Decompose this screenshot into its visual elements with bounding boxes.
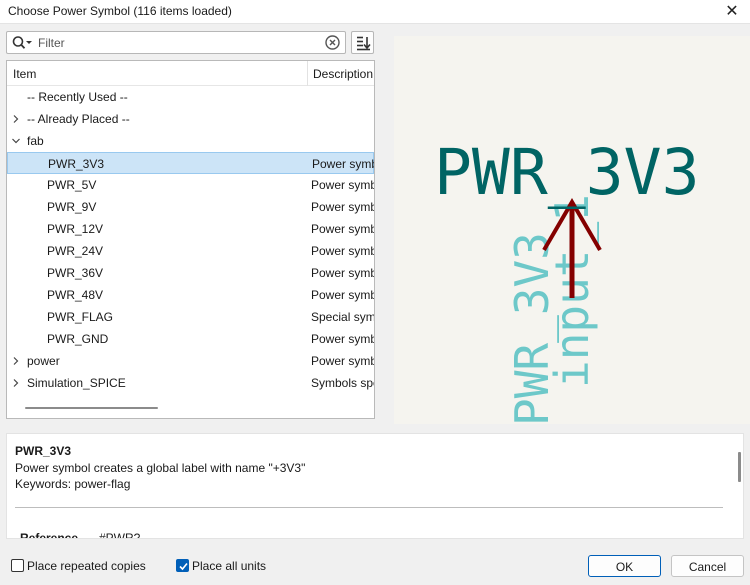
- tree-row[interactable]: PWR_12V Power symb: [7, 218, 374, 240]
- place-all-units-checkbox[interactable]: Place all units: [176, 558, 271, 574]
- details-pane: PWR_3V3 Power symbol creates a global la…: [6, 433, 744, 539]
- tree-row-name: PWR_36V: [47, 266, 104, 280]
- tree-row-name: fab: [27, 134, 44, 148]
- filter-input[interactable]: [36, 33, 321, 52]
- chevron-right-icon[interactable]: [11, 355, 21, 365]
- sort-button[interactable]: [351, 31, 374, 54]
- tree-header: Item Description: [7, 61, 374, 86]
- tree-row[interactable]: -- Recently Used --: [7, 86, 374, 108]
- tree-row-description: Power symb: [311, 266, 374, 280]
- filter-box[interactable]: [6, 31, 346, 54]
- tree-row-description: Power symb: [311, 178, 374, 192]
- ok-button[interactable]: OK: [588, 555, 661, 577]
- symbol-tree[interactable]: Item Description -- Recently Used -- -- A…: [6, 60, 375, 419]
- details-description: Power symbol creates a global label with…: [15, 461, 306, 475]
- tree-row-name: -- Recently Used --: [27, 90, 128, 104]
- details-reference-value: #PWR?: [99, 531, 141, 539]
- tree-row-name: PWR_GND: [47, 332, 109, 346]
- column-separator[interactable]: [307, 61, 308, 86]
- tree-row-name: PWR_24V: [47, 244, 104, 258]
- tree-row-description: Power symb: [311, 332, 374, 346]
- place-repeated-copies-label[interactable]: Place repeated copies: [27, 559, 146, 573]
- tree-row-name: -- Already Placed --: [27, 112, 130, 126]
- column-header-item[interactable]: Item: [13, 67, 36, 81]
- tree-row[interactable]: PWR_48V Power symb: [7, 284, 374, 306]
- tree-row-name: PWR_5V: [47, 178, 97, 192]
- horizontal-scrollbar[interactable]: [25, 407, 158, 409]
- clear-filter-icon[interactable]: [325, 35, 340, 50]
- tree-row-name: PWR_9V: [47, 200, 97, 214]
- details-scrollbar[interactable]: [738, 452, 741, 482]
- tree-row[interactable]: PWR_9V Power symb: [7, 196, 374, 218]
- tree-row-name: PWR_3V3: [48, 157, 105, 171]
- tree-row[interactable]: PWR_FLAG Special sym: [7, 306, 374, 328]
- tree-row-description: Power symb: [312, 157, 375, 171]
- place-all-units-label[interactable]: Place all units: [192, 559, 266, 573]
- tree-row[interactable]: Simulation_SPICE Symbols spe: [7, 372, 374, 394]
- tree-row-description: Power symb: [311, 354, 374, 368]
- chevron-right-icon[interactable]: [11, 113, 21, 123]
- tree-row-description: Power symb: [311, 222, 374, 236]
- tree-row-description: Symbols spe: [311, 376, 374, 390]
- preview-canvas: PWR_3V3 input_1 PWR_3V3: [434, 136, 700, 424]
- search-icon[interactable]: [11, 34, 33, 52]
- tree-row-name: PWR_48V: [47, 288, 104, 302]
- close-button[interactable]: ✕: [722, 1, 742, 21]
- details-reference-label: Reference: [20, 531, 79, 539]
- symbol-preview: PWR_3V3 input_1 PWR_3V3: [394, 36, 750, 424]
- tree-row[interactable]: fab: [7, 130, 374, 152]
- tree-row[interactable]: PWR_GND Power symb: [7, 328, 374, 350]
- place-all-units-box[interactable]: [176, 559, 189, 572]
- chevron-right-icon[interactable]: [11, 377, 21, 387]
- check-icon: [179, 562, 188, 571]
- place-repeated-copies-checkbox[interactable]: Place repeated copies: [11, 558, 146, 574]
- tree-row-name: PWR_12V: [47, 222, 104, 236]
- tree-row[interactable]: PWR_36V Power symb: [7, 262, 374, 284]
- preview-value-text: PWR_3V3: [434, 136, 700, 209]
- tree-row[interactable]: PWR_24V Power symb: [7, 240, 374, 262]
- window-title: Choose Power Symbol (116 items loaded): [8, 4, 232, 18]
- tree-row[interactable]: PWR_3V3 Power symb: [7, 152, 374, 174]
- place-repeated-copies-box[interactable]: [11, 559, 24, 572]
- title-bar: Choose Power Symbol (116 items loaded) ✕: [0, 0, 750, 24]
- details-divider: [15, 507, 723, 508]
- details-keywords: Keywords: power-flag: [15, 477, 131, 491]
- tree-row-description: Power symb: [311, 244, 374, 258]
- tree-row-name: power: [27, 354, 60, 368]
- details-title: PWR_3V3: [15, 444, 72, 458]
- cancel-button[interactable]: Cancel: [671, 555, 744, 577]
- tree-row[interactable]: power Power symb: [7, 350, 374, 372]
- tree-row-name: Simulation_SPICE: [27, 376, 126, 390]
- sort-icon: [357, 36, 371, 51]
- tree-row[interactable]: -- Already Placed --: [7, 108, 374, 130]
- tree-row[interactable]: PWR_5V Power symb: [7, 174, 374, 196]
- column-header-description[interactable]: Description: [313, 67, 373, 81]
- tree-row-description: Power symb: [311, 288, 374, 302]
- tree-row-name: PWR_FLAG: [47, 310, 114, 324]
- tree-row-description: Power symb: [311, 200, 374, 214]
- chevron-down-icon[interactable]: [11, 135, 21, 145]
- tree-row-description: Special sym: [311, 310, 374, 324]
